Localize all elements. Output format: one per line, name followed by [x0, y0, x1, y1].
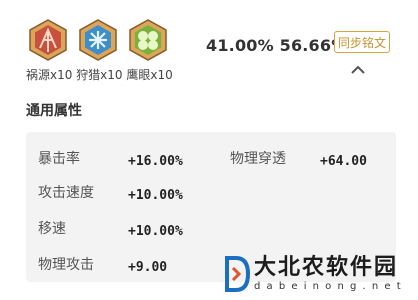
attribute-value: +10.00%	[128, 188, 183, 203]
attribute-value-item: +10.00%	[128, 220, 183, 239]
attribute-name: 攻击速度	[38, 185, 94, 201]
inscription-rates: 41.00% 56.66%	[206, 36, 348, 55]
attribute-item: 物理穿透	[230, 148, 286, 168]
chevron-up-icon[interactable]	[349, 63, 367, 77]
attribute-item: 暴击率	[38, 148, 80, 168]
attribute-value: +64.00	[320, 154, 367, 169]
attribute-value: +9.00	[128, 260, 168, 275]
red-gem-icon[interactable]	[26, 18, 70, 62]
section-title: 通用属性	[26, 103, 82, 119]
blue-gem-icon[interactable]	[76, 18, 120, 62]
attribute-name: 暴击率	[38, 151, 80, 167]
attribute-value-item: +10.00%	[128, 184, 183, 203]
attribute-value: +10.00%	[128, 224, 183, 239]
site-watermark: 大北农软件园 d a b e i n o n g . n e t	[224, 254, 402, 294]
watermark-logo-icon	[225, 256, 250, 292]
green-gem-icon[interactable]	[126, 18, 170, 62]
inscription-gems	[26, 18, 170, 62]
attribute-item: 攻击速度	[38, 182, 94, 202]
watermark-url: d a b e i n o n g . n e t	[254, 281, 403, 292]
sync-inscription-button[interactable]: 同步铭文	[334, 31, 390, 53]
gem-caption: 祸源x10 狩猎x10 鹰眼x10	[26, 68, 173, 82]
watermark-text: 大北农软件园	[254, 255, 399, 280]
attribute-name: 物理穿透	[230, 151, 286, 167]
attribute-value-item: +16.00%	[128, 150, 183, 169]
attribute-item: 物理攻击	[38, 254, 94, 274]
attribute-value-item: +9.00	[128, 256, 167, 275]
attribute-item: 移速	[38, 218, 66, 238]
attribute-name: 移速	[38, 221, 66, 237]
attribute-value: +16.00%	[128, 154, 183, 169]
attribute-name: 物理攻击	[38, 257, 94, 273]
attribute-value-item: +64.00	[320, 150, 367, 169]
